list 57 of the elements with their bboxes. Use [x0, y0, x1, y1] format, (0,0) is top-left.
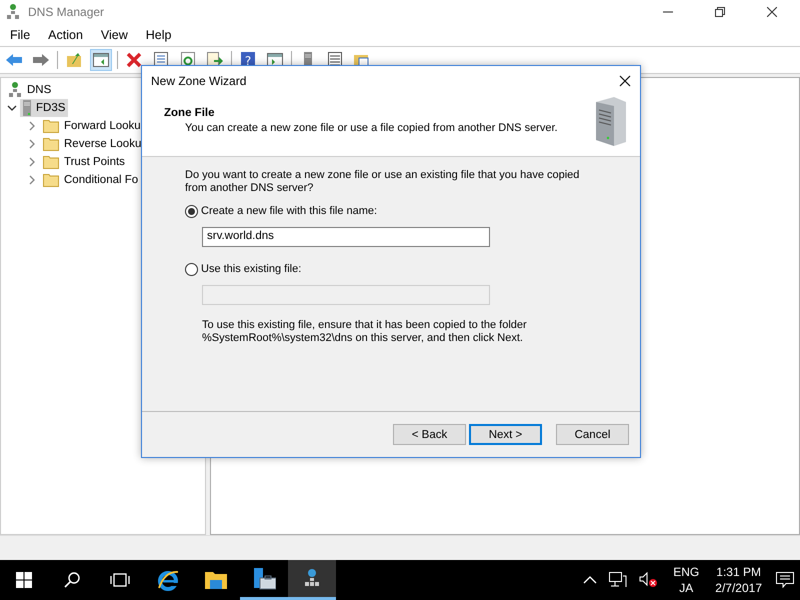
folder-icon	[43, 156, 59, 168]
folder-icon	[43, 174, 59, 186]
clock[interactable]: 1:31 PM 2/7/2017	[715, 564, 762, 596]
forward-arrow-icon	[32, 53, 50, 67]
expand-chevron-icon[interactable]	[27, 121, 37, 131]
tree-item[interactable]: Trust Points	[40, 154, 128, 170]
page-heading: Zone File	[164, 107, 216, 119]
wizard-button[interactable]: Cancel	[556, 424, 629, 445]
close-icon[interactable]	[767, 7, 777, 17]
input-language-indicator[interactable]: ENG JA	[673, 564, 700, 596]
console-tree-icon	[93, 53, 109, 67]
tree-item[interactable]: FD3S	[20, 99, 68, 117]
search-icon	[64, 572, 80, 588]
menu-item[interactable]: Action	[48, 28, 83, 42]
folder-icon	[43, 120, 59, 132]
folder-icon	[43, 138, 59, 150]
folder-up-icon	[66, 52, 82, 68]
dns-icon	[304, 568, 320, 588]
back-arrow-icon	[5, 53, 23, 67]
close-icon[interactable]	[619, 75, 631, 87]
server-toolbox-icon	[252, 568, 276, 590]
file-name-field[interactable]: srv.world.dns	[202, 227, 490, 247]
tree-item[interactable]: Conditional Fo	[40, 172, 142, 188]
menu-item[interactable]: File	[10, 28, 30, 42]
notifications-icon[interactable]	[776, 572, 794, 588]
wizard-button[interactable]: < Back	[393, 424, 466, 445]
dialog-title: New Zone Wizard	[151, 74, 246, 88]
window-title: DNS Manager	[28, 5, 104, 19]
question-text: Do you want to create a new zone file or use an existing file that you have copied from another DNS server?	[185, 169, 580, 195]
task-view-icon	[110, 573, 130, 587]
muted-speaker-icon[interactable]	[639, 572, 660, 588]
collapse-chevron-icon[interactable]	[7, 103, 17, 113]
network-icon[interactable]	[609, 572, 628, 588]
tree-item[interactable]: Forward Looku	[40, 118, 144, 134]
server-icon	[23, 100, 31, 116]
toolbar-button[interactable]	[90, 49, 112, 71]
radio-option[interactable]: Create a new file with this file name:	[185, 203, 620, 219]
expand-chevron-icon[interactable]	[27, 139, 37, 149]
tree-item[interactable]: Reverse Looku	[40, 136, 144, 152]
folder-icon	[205, 571, 227, 589]
delete-icon	[126, 52, 142, 68]
expand-chevron-icon[interactable]	[27, 175, 37, 185]
restore-icon[interactable]	[715, 7, 725, 17]
page-subheading: You can create a new zone file or use a file copied from another DNS server.	[184, 122, 558, 134]
menu-item[interactable]: Help	[146, 28, 172, 42]
note-text: To use this existing file, ensure that it has been copied to the folder %SystemRoot%\system32\dns on this server, and then click Next.	[202, 319, 528, 345]
browser-e-icon	[157, 569, 179, 591]
taskbar-button[interactable]	[288, 560, 336, 600]
windows-logo-icon	[16, 572, 32, 588]
wizard-button[interactable]: Next >	[469, 424, 542, 445]
menu-item[interactable]: View	[100, 28, 128, 42]
expand-chevron-icon[interactable]	[27, 157, 37, 167]
chevron-up-icon[interactable]	[583, 576, 598, 584]
dns-icon	[8, 82, 22, 98]
tree-item[interactable]: DNS	[5, 81, 54, 99]
radio-option[interactable]: Use this existing file:	[185, 261, 620, 277]
dns-icon	[6, 4, 20, 20]
